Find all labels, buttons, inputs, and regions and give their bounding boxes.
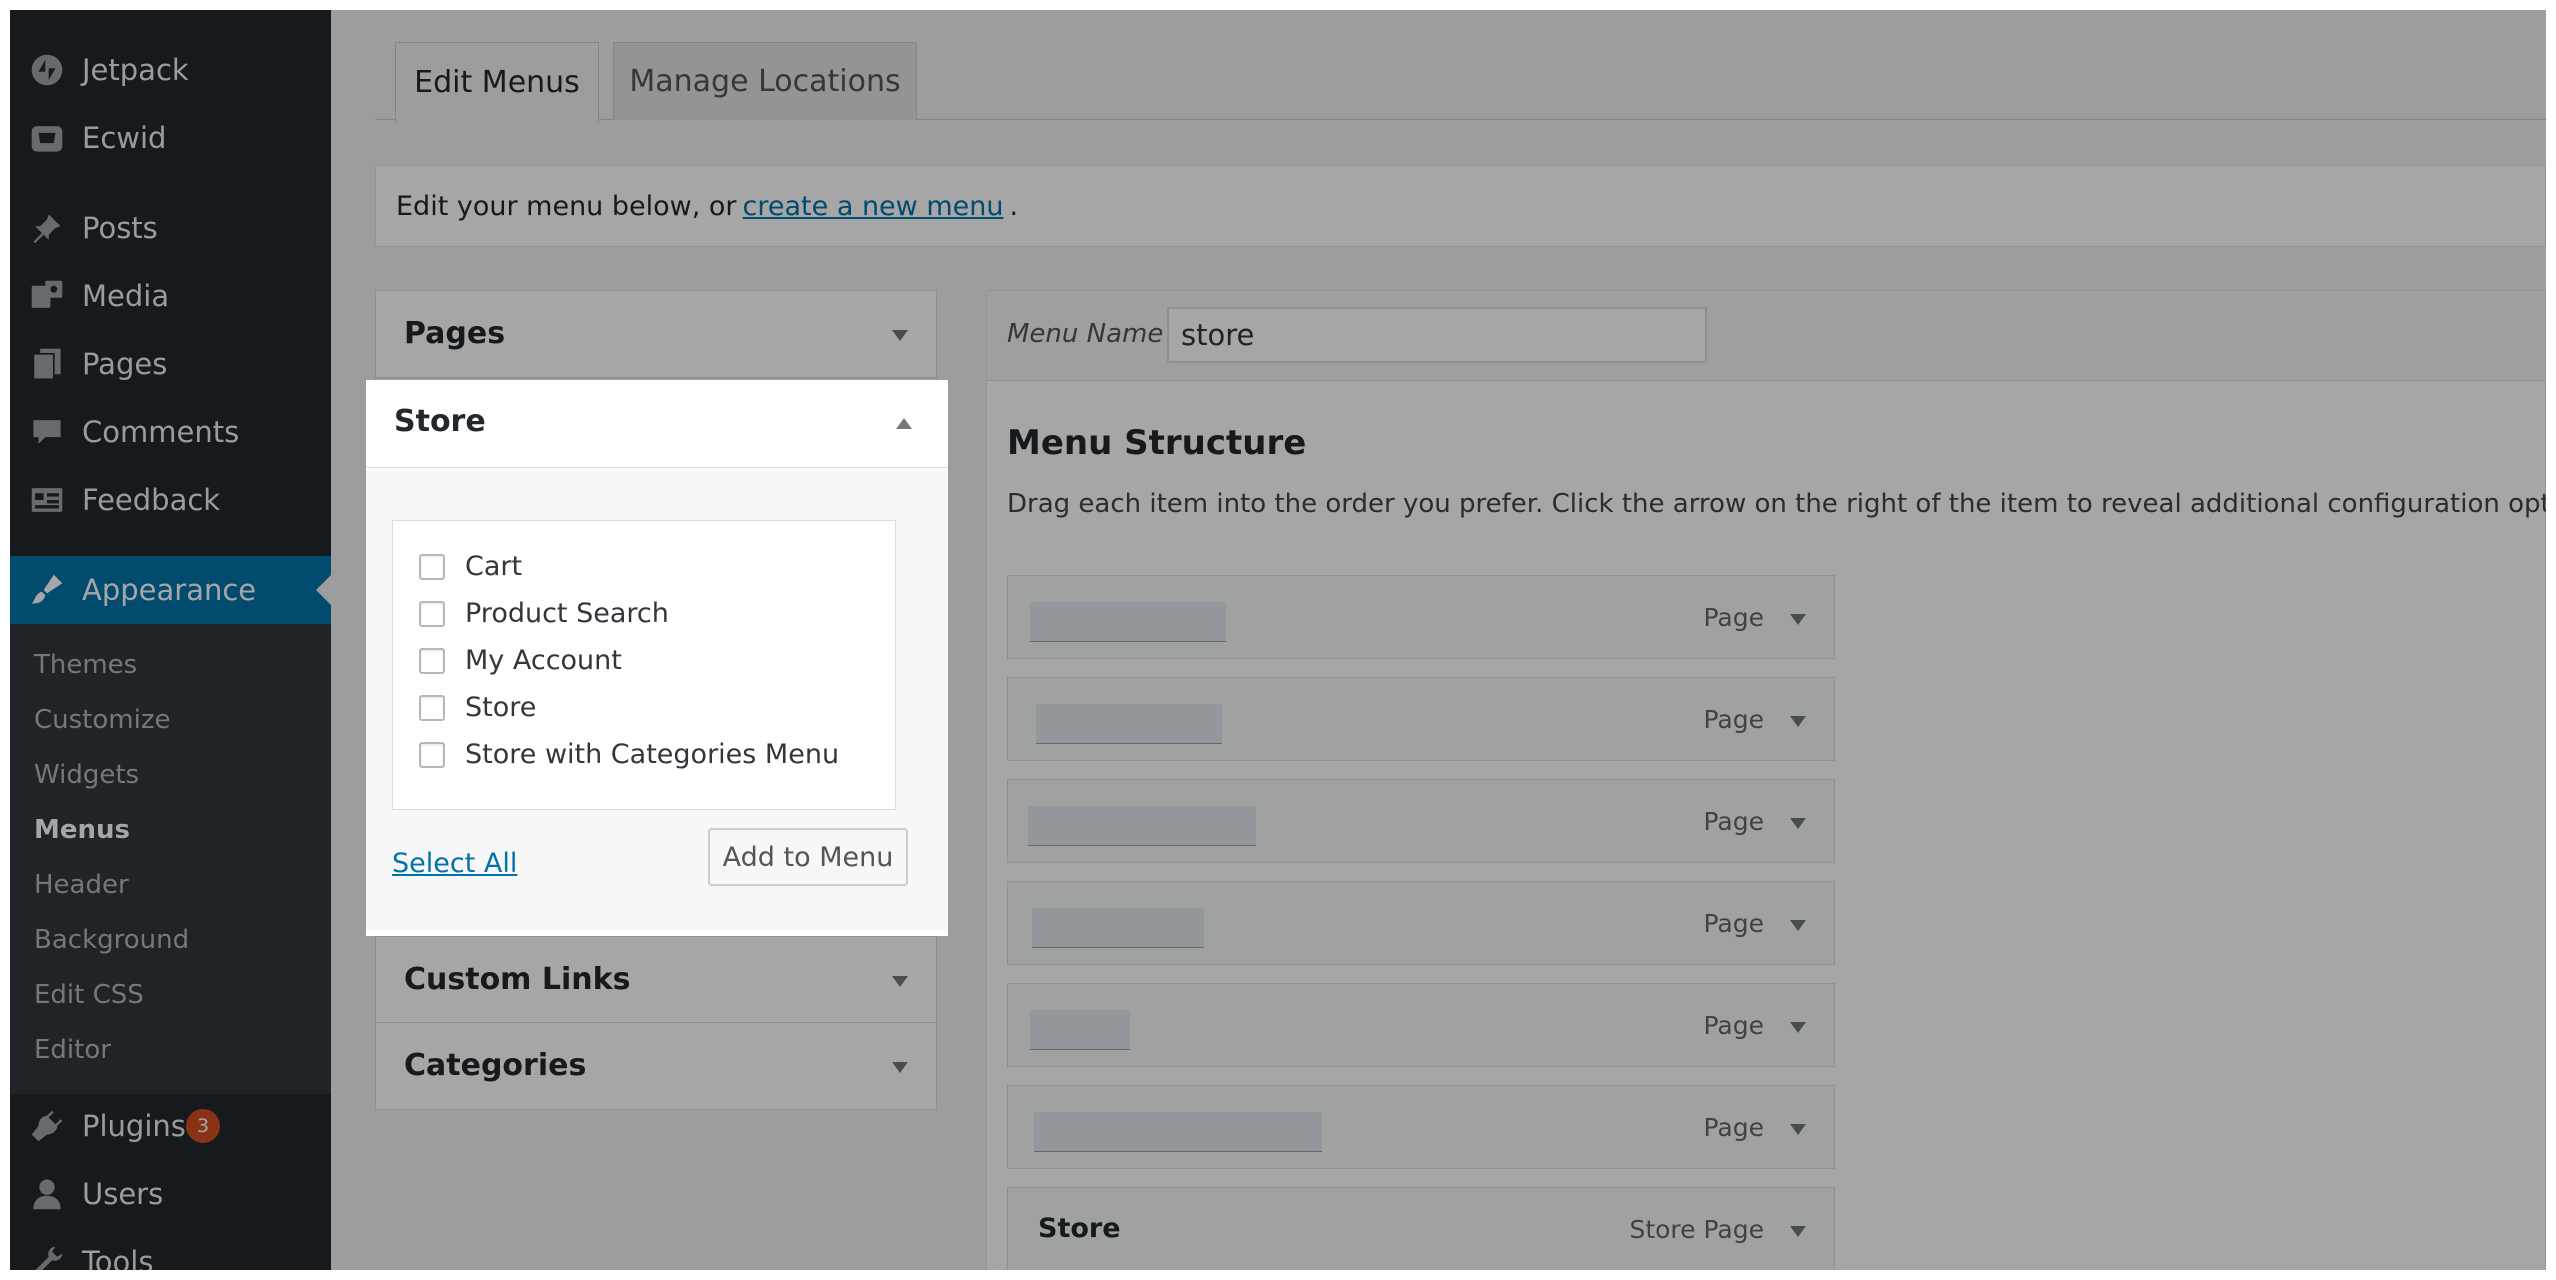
accordion-store: Store Cart Product Search My Account Sto…	[366, 380, 948, 936]
checkbox[interactable]	[419, 741, 445, 768]
store-item-checklist: Cart Product Search My Account Store Sto…	[392, 520, 896, 810]
checkbox-label: Product Search	[465, 598, 669, 629]
store-item-store-with-categories[interactable]: Store with Categories Menu	[419, 739, 839, 770]
accordion-title: Store	[394, 404, 486, 439]
add-to-menu-button[interactable]: Add to Menu	[708, 828, 908, 886]
checkbox[interactable]	[419, 694, 445, 721]
checkbox[interactable]	[419, 553, 445, 580]
checkbox-label: My Account	[465, 645, 622, 676]
store-item-cart[interactable]: Cart	[419, 551, 522, 582]
select-all-link[interactable]: Select All	[392, 848, 517, 879]
checkbox-label: Cart	[465, 551, 523, 582]
screenshot-frame: Jetpack Ecwid Posts Media Pages Comments…	[10, 10, 2546, 1270]
store-item-product-search[interactable]: Product Search	[419, 598, 669, 629]
chevron-up-icon	[896, 418, 912, 429]
store-items-body: Cart Product Search My Account Store Sto…	[366, 470, 948, 930]
checkbox-label: Store	[465, 692, 537, 723]
store-item-store[interactable]: Store	[419, 692, 536, 723]
checkbox[interactable]	[419, 647, 445, 674]
checkbox-label: Store with Categories Menu	[465, 739, 840, 770]
accordion-store-header[interactable]: Store	[366, 380, 948, 468]
checkbox[interactable]	[419, 600, 445, 627]
store-item-my-account[interactable]: My Account	[419, 645, 622, 676]
